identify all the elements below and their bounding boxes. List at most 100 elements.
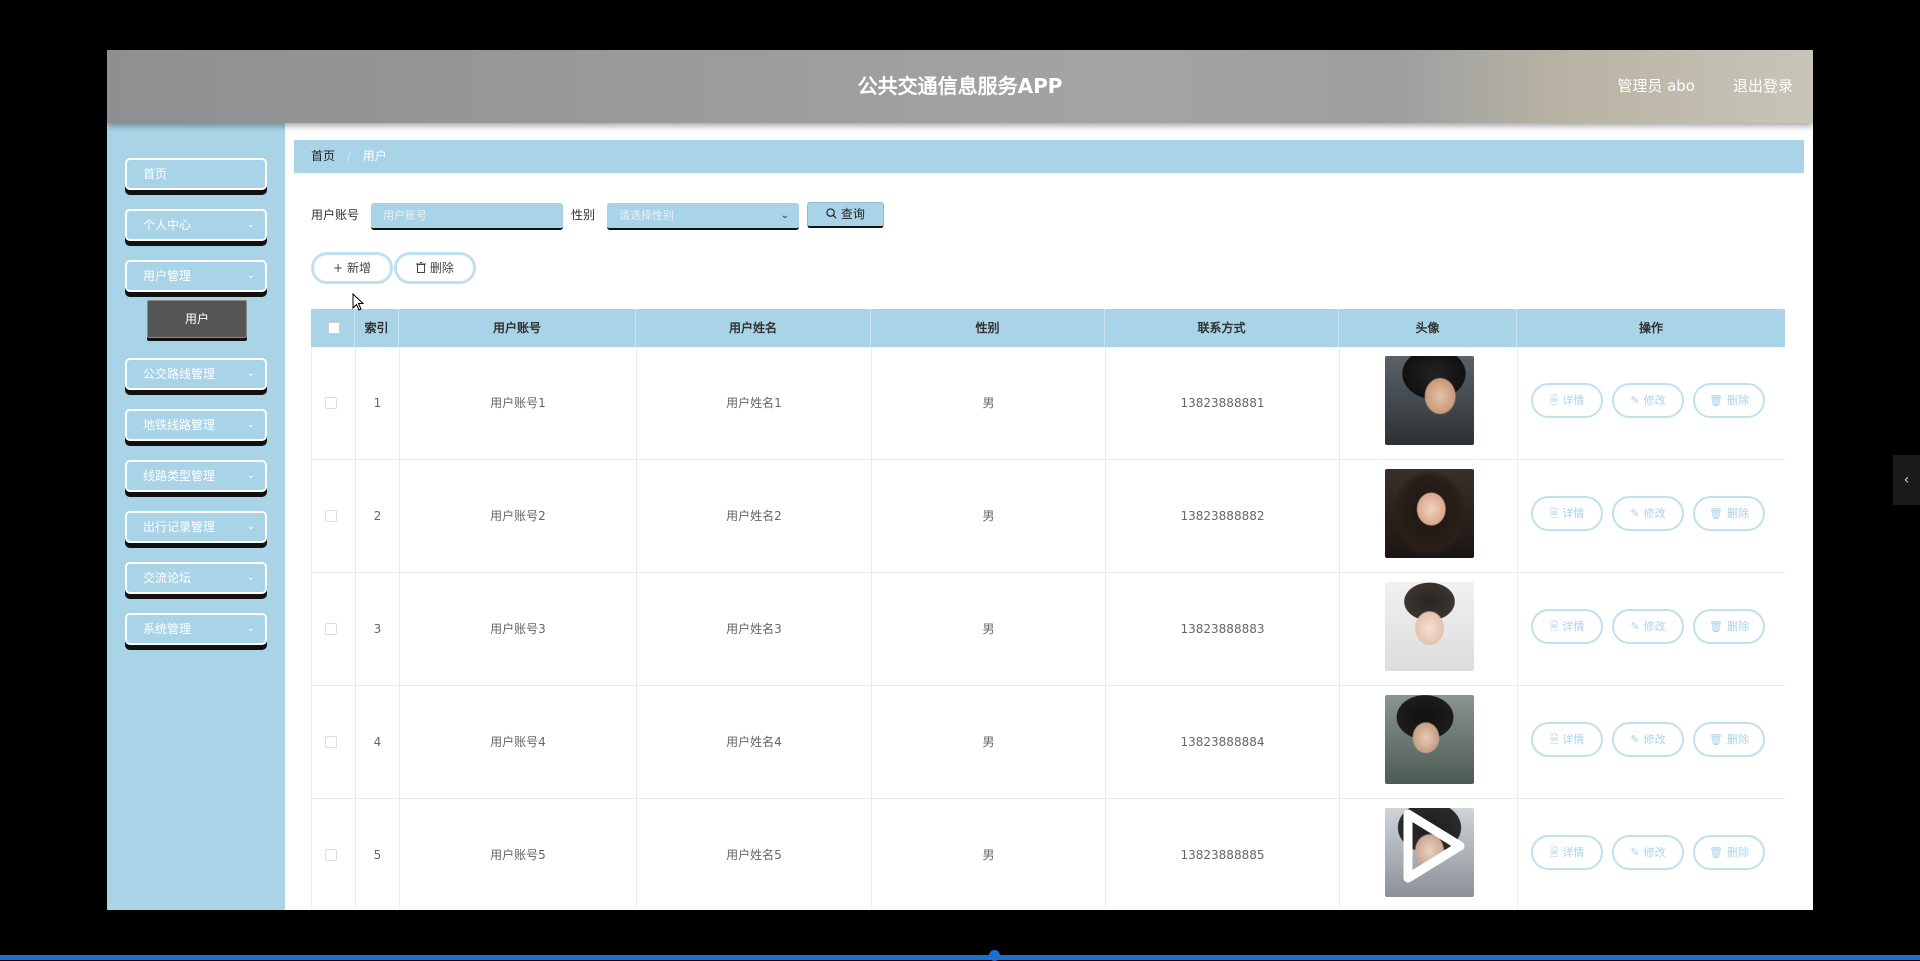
account-search-input[interactable]: 用户账号 bbox=[371, 203, 563, 230]
column-header-index: 索引 bbox=[355, 309, 399, 347]
cell-account: 用户账号3 bbox=[400, 573, 637, 686]
delete-button[interactable]: 🗑 删除 bbox=[1693, 609, 1765, 644]
row-checkbox[interactable] bbox=[325, 623, 337, 635]
sidebar-item-metro-lines[interactable]: 地铁线路管理 ⌄ bbox=[125, 409, 267, 441]
delete-button[interactable]: 🗑 删除 bbox=[1693, 496, 1765, 531]
plus-icon: + bbox=[333, 261, 344, 275]
video-progress-handle[interactable] bbox=[989, 950, 1000, 961]
chevron-down-icon: ⌄ bbox=[246, 219, 255, 230]
mouse-cursor-icon bbox=[352, 293, 365, 311]
sidebar-item-line-types[interactable]: 线路类型管理 ⌄ bbox=[125, 460, 267, 492]
edit-button[interactable]: ✎ 修改 bbox=[1612, 496, 1684, 531]
play-icon[interactable] bbox=[1398, 806, 1468, 886]
cell-name: 用户姓名5 bbox=[637, 799, 872, 910]
cell-select bbox=[312, 573, 356, 686]
edit-button[interactable]: ✎ 修改 bbox=[1612, 835, 1684, 870]
cell-name: 用户姓名2 bbox=[637, 460, 872, 573]
sidebar-item-label: 系统管理 bbox=[143, 622, 192, 636]
edit-button[interactable]: ✎ 修改 bbox=[1612, 722, 1684, 757]
avatar[interactable] bbox=[1385, 469, 1474, 558]
avatar[interactable] bbox=[1385, 695, 1474, 784]
delete-button[interactable]: 🗑 删除 bbox=[1693, 835, 1765, 870]
trash-icon: 🗑 bbox=[1709, 394, 1723, 407]
delete-button-label: 删除 bbox=[1726, 394, 1749, 407]
cell-phone: 13823888881 bbox=[1106, 347, 1340, 460]
gender-select[interactable]: 请选择性别 ⌄ bbox=[607, 203, 799, 230]
detail-button[interactable]: 🗎 详情 bbox=[1531, 609, 1603, 644]
document-icon: 🗎 bbox=[1549, 733, 1559, 746]
table-row: 4 用户账号4 用户姓名4 男 13823888884 🗎 详情 ✎ 修改 🗑 删除 bbox=[311, 686, 1785, 799]
pencil-icon: ✎ bbox=[1630, 507, 1640, 520]
trash-icon: 🗑 bbox=[1709, 846, 1723, 859]
cell-select bbox=[312, 347, 356, 460]
sidebar-item-bus-routes[interactable]: 公交路线管理 ⌄ bbox=[125, 358, 267, 390]
row-checkbox[interactable] bbox=[325, 849, 337, 861]
row-checkbox[interactable] bbox=[325, 736, 337, 748]
detail-button-label: 详情 bbox=[1562, 394, 1585, 407]
sidebar-item-forum[interactable]: 交流论坛 ⌄ bbox=[125, 562, 267, 594]
chevron-down-icon: ⌄ bbox=[246, 470, 255, 481]
sidebar-item-user-management[interactable]: 用户管理 ⌄ bbox=[125, 260, 267, 292]
trash-icon bbox=[416, 261, 430, 275]
sidebar-item-label: 线路类型管理 bbox=[143, 469, 216, 483]
sidebar-item-label: 首页 bbox=[143, 167, 168, 181]
sidebar-item-trip-records[interactable]: 出行记录管理 ⌄ bbox=[125, 511, 267, 543]
avatar[interactable] bbox=[1385, 582, 1474, 671]
sidebar: 首页 个人中心 ⌄ 用户管理 ⌄ 用户 公交路线管理 ⌄ 地铁线路管理 ⌄ 线路… bbox=[107, 123, 285, 910]
header-select-all[interactable] bbox=[311, 309, 355, 347]
chevron-down-icon: ⌄ bbox=[246, 623, 255, 634]
document-icon: 🗎 bbox=[1549, 394, 1559, 407]
chevron-down-icon: ⌄ bbox=[246, 572, 255, 583]
edit-button[interactable]: ✎ 修改 bbox=[1612, 609, 1684, 644]
cell-index: 2 bbox=[356, 460, 400, 573]
video-progress-bar[interactable] bbox=[0, 955, 1920, 960]
admin-name: 管理员 abo bbox=[1617, 77, 1695, 95]
detail-button[interactable]: 🗎 详情 bbox=[1531, 496, 1603, 531]
cell-select bbox=[312, 460, 356, 573]
bulk-delete-label: 删除 bbox=[429, 261, 454, 275]
delete-button[interactable]: 🗑 删除 bbox=[1693, 722, 1765, 757]
cell-name: 用户姓名1 bbox=[637, 347, 872, 460]
delete-button[interactable]: 🗑 删除 bbox=[1693, 383, 1765, 418]
edit-button[interactable]: ✎ 修改 bbox=[1612, 383, 1684, 418]
sidebar-item-personal-center[interactable]: 个人中心 ⌄ bbox=[125, 209, 267, 241]
query-button-label: 查询 bbox=[840, 207, 865, 221]
query-button[interactable]: 查询 bbox=[807, 202, 884, 228]
row-checkbox[interactable] bbox=[325, 510, 337, 522]
chevron-left-icon: ‹ bbox=[1903, 472, 1910, 488]
submenu-item-users[interactable]: 用户 bbox=[147, 300, 247, 338]
row-checkbox[interactable] bbox=[325, 397, 337, 409]
breadcrumb-current: 用户 bbox=[362, 149, 387, 163]
breadcrumb-home[interactable]: 首页 bbox=[311, 149, 335, 163]
side-panel-toggle[interactable]: ‹ bbox=[1893, 455, 1920, 505]
cell-phone: 13823888882 bbox=[1106, 460, 1340, 573]
gender-select-placeholder: 请选择性别 bbox=[619, 209, 674, 222]
cell-account: 用户账号1 bbox=[400, 347, 637, 460]
cell-account: 用户账号4 bbox=[400, 686, 637, 799]
cell-name: 用户姓名4 bbox=[637, 686, 872, 799]
detail-button[interactable]: 🗎 详情 bbox=[1531, 722, 1603, 757]
select-all-checkbox[interactable] bbox=[328, 322, 340, 334]
document-icon: 🗎 bbox=[1549, 620, 1559, 633]
add-button[interactable]: + 新增 bbox=[311, 252, 393, 284]
avatar[interactable] bbox=[1385, 356, 1474, 445]
detail-button[interactable]: 🗎 详情 bbox=[1531, 383, 1603, 418]
cell-phone: 13823888885 bbox=[1106, 799, 1340, 910]
cell-select bbox=[312, 799, 356, 910]
column-header-name: 用户姓名 bbox=[636, 309, 871, 347]
bulk-delete-button[interactable]: 删除 bbox=[394, 252, 476, 284]
cell-index: 3 bbox=[356, 573, 400, 686]
sidebar-item-home[interactable]: 首页 bbox=[125, 158, 267, 190]
sidebar-item-label: 公交路线管理 bbox=[143, 367, 216, 381]
cell-index: 5 bbox=[356, 799, 400, 910]
pencil-icon: ✎ bbox=[1630, 620, 1640, 633]
add-button-label: 新增 bbox=[346, 261, 371, 275]
detail-button[interactable]: 🗎 详情 bbox=[1531, 835, 1603, 870]
detail-button-label: 详情 bbox=[1562, 733, 1585, 746]
logout-link[interactable]: 退出登录 bbox=[1733, 50, 1793, 123]
gender-label: 性别 bbox=[571, 208, 596, 222]
sidebar-item-system[interactable]: 系统管理 ⌄ bbox=[125, 613, 267, 645]
account-label: 用户账号 bbox=[311, 208, 360, 222]
column-header-actions: 操作 bbox=[1638, 321, 1663, 335]
pencil-icon: ✎ bbox=[1630, 733, 1640, 746]
